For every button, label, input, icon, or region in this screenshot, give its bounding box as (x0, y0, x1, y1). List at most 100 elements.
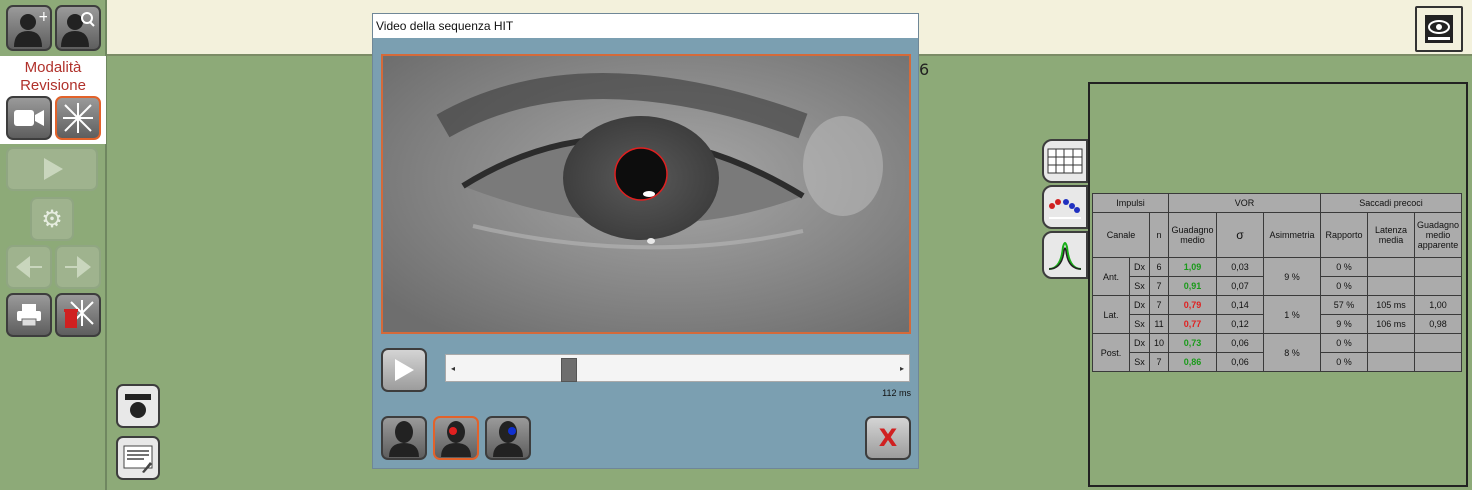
latency-cell: 105 ms (1367, 295, 1415, 315)
report-notes-button[interactable] (116, 436, 160, 480)
group-label: Lat. (1092, 295, 1130, 334)
latency-cell (1367, 333, 1415, 353)
timeline-thumb[interactable] (561, 358, 578, 382)
ratio-cell: 0 % (1320, 333, 1368, 353)
video-play-button[interactable] (381, 348, 427, 392)
trash-impulse-icon (64, 300, 94, 328)
impulse-tool-button[interactable] (55, 96, 101, 140)
gain-cell: 0,77 (1168, 314, 1217, 334)
previous-impulse-button[interactable] (6, 245, 52, 289)
header-guadagno-apparente: Guadagno medio apparente (1414, 212, 1462, 258)
n-cell: 7 (1149, 295, 1169, 315)
header-impulsi: Impulsi (1092, 193, 1169, 213)
sigma-cell: 0,07 (1216, 276, 1264, 296)
search-patient-icon (61, 12, 95, 47)
view-both-eyes-button[interactable] (381, 416, 427, 460)
dialog-title: Video della sequenza HIT (373, 14, 918, 38)
n-cell: 11 (1149, 314, 1169, 334)
header-rapporto: Rapporto (1320, 212, 1368, 258)
ratio-cell: 9 % (1320, 314, 1368, 334)
curves-view-tab[interactable] (1042, 231, 1088, 279)
head-blue-eye-icon (493, 421, 523, 457)
sigma-cell: 0,14 (1216, 295, 1264, 315)
delete-impulses-button[interactable] (55, 293, 101, 337)
view-left-eye-button[interactable] (485, 416, 531, 460)
play-icon (44, 158, 63, 180)
arrow-right-icon (65, 256, 91, 278)
video-timeline-scrollbar[interactable]: ◂ ▸ (445, 354, 910, 382)
play-icon (395, 359, 414, 381)
play-sequence-button[interactable] (6, 147, 98, 191)
group-label: Ant. (1092, 257, 1130, 296)
n-cell: 6 (1149, 257, 1169, 277)
side-cell: Dx (1129, 295, 1150, 315)
header-canale: Canale (1092, 212, 1150, 258)
mode-label-line1: Modalità (24, 59, 82, 76)
next-impulse-button[interactable] (55, 245, 101, 289)
latency-cell (1367, 257, 1415, 277)
table-grid-icon (1047, 148, 1083, 174)
camera-settings-button[interactable] (116, 384, 160, 428)
side-cell: Dx (1129, 257, 1150, 277)
gain-cell: 0,73 (1168, 333, 1217, 353)
apparent-gain-cell: 1,00 (1414, 295, 1462, 315)
header-saccadi: Saccadi precoci (1320, 193, 1462, 213)
results-table: Impulsi VOR Saccadi precoci Canale n Gua… (1092, 193, 1462, 372)
header-n: n (1149, 212, 1169, 258)
header-vor: VOR (1168, 193, 1321, 213)
search-patient-button[interactable] (55, 5, 101, 51)
latency-cell (1367, 276, 1415, 296)
notes-icon (123, 445, 153, 473)
side-cell: Sx (1129, 352, 1150, 372)
header-sigma: σ (1216, 212, 1264, 258)
table-view-tab[interactable] (1042, 139, 1088, 183)
apparent-gain-cell (1414, 333, 1462, 353)
apparent-gain-cell: 0,98 (1414, 314, 1462, 334)
n-cell: 7 (1149, 352, 1169, 372)
side-cell: Dx (1129, 333, 1150, 353)
group-label: Post. (1092, 333, 1130, 372)
latency-cell (1367, 352, 1415, 372)
apparent-gain-cell (1414, 257, 1462, 277)
close-dialog-button[interactable]: X (865, 416, 911, 460)
asymmetry-cell: 8 % (1263, 333, 1321, 372)
sigma-cell: 0,03 (1216, 257, 1264, 277)
arrow-left-icon (16, 256, 42, 278)
impulses-icon (63, 103, 93, 133)
apparent-gain-cell (1414, 352, 1462, 372)
new-patient-button[interactable]: + (6, 5, 52, 51)
svg-text:+: + (38, 9, 47, 25)
curves-icon (1048, 242, 1082, 270)
sigma-cell: 0,12 (1216, 314, 1264, 334)
side-cell: Sx (1129, 314, 1150, 334)
n-cell: 10 (1149, 333, 1169, 353)
scatter-view-tab[interactable] (1042, 185, 1088, 229)
scroll-right-arrow-icon[interactable]: ▸ (895, 355, 909, 381)
scroll-left-arrow-icon[interactable]: ◂ (446, 355, 460, 381)
printer-icon (17, 304, 41, 327)
n-cell: 7 (1149, 276, 1169, 296)
ratio-cell: 0 % (1320, 257, 1368, 277)
latency-cell: 106 ms (1367, 314, 1415, 334)
ratio-cell: 0 % (1320, 276, 1368, 296)
gear-icon: ⚙ (41, 205, 63, 233)
ratio-cell: 0 % (1320, 352, 1368, 372)
sigma-cell: 0,06 (1216, 352, 1264, 372)
ratio-cell: 57 % (1320, 295, 1368, 315)
asymmetry-cell: 9 % (1263, 257, 1321, 296)
video-camera-button[interactable] (6, 96, 52, 140)
video-dialog: Video della sequenza HIT ◂ ▸ 112 ms X (372, 13, 919, 469)
logo-button[interactable] (1415, 6, 1463, 52)
view-right-eye-button[interactable] (433, 416, 479, 460)
settings-button[interactable]: ⚙ (30, 197, 74, 241)
eye-logo-icon (1425, 15, 1453, 43)
mode-label-line2: Revisione (20, 77, 86, 94)
background-digit: 6 (919, 60, 930, 79)
header-latenza: Latenza media (1367, 212, 1415, 258)
goggles-camera-icon (125, 394, 151, 418)
header-asimmetria: Asimmetria (1263, 212, 1321, 258)
results-table-wrap: Impulsi VOR Saccadi precoci Canale n Gua… (1092, 193, 1462, 372)
sigma-cell: 0,06 (1216, 333, 1264, 353)
eye-video (381, 54, 911, 334)
print-button[interactable] (6, 293, 52, 337)
